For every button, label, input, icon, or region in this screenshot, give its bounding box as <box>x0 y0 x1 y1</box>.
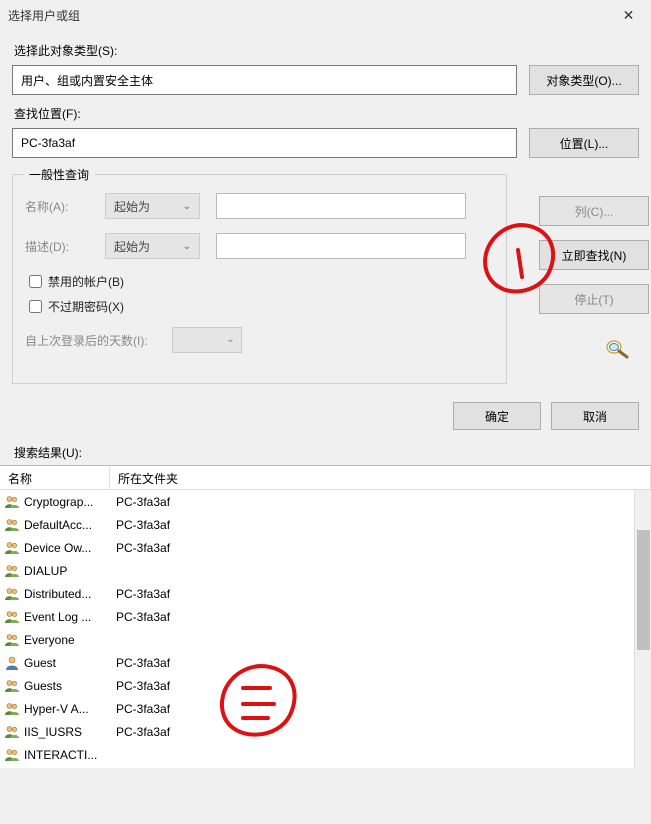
table-row[interactable]: DIALUP <box>0 559 651 582</box>
row-name: DIALUP <box>24 564 112 578</box>
ok-button[interactable]: 确定 <box>453 402 541 430</box>
results-body[interactable]: Cryptograp...PC-3fa3afDefaultAcc...PC-3f… <box>0 490 651 768</box>
table-row[interactable]: Device Ow...PC-3fa3af <box>0 536 651 559</box>
row-folder: PC-3fa3af <box>112 679 170 693</box>
titlebar: 选择用户或组 ✕ <box>0 0 651 30</box>
row-folder: PC-3fa3af <box>112 656 170 670</box>
group-icon <box>4 540 20 556</box>
group-icon <box>4 586 20 602</box>
name-mode-select[interactable]: 起始为 ⌄ <box>105 193 200 219</box>
search-decor-icon <box>539 338 639 363</box>
disabled-accounts-label: 禁用的帐户(B) <box>48 273 124 290</box>
row-name: Guest <box>24 656 112 670</box>
desc-mode-value: 起始为 <box>114 238 150 255</box>
user-icon <box>4 655 20 671</box>
scrollbar[interactable] <box>634 490 651 768</box>
cancel-button[interactable]: 取消 <box>551 402 639 430</box>
table-row[interactable]: GuestsPC-3fa3af <box>0 674 651 697</box>
general-query-fieldset: 一般性查询 名称(A): 起始为 ⌄ 描述(D): 起始为 <box>12 174 507 384</box>
table-row[interactable]: Hyper-V A...PC-3fa3af <box>0 697 651 720</box>
chevron-down-icon: ⌄ <box>226 334 234 345</box>
close-button[interactable]: ✕ <box>606 0 651 30</box>
general-query-legend: 一般性查询 <box>23 166 95 183</box>
row-name: Everyone <box>24 633 112 647</box>
row-folder: PC-3fa3af <box>112 610 170 624</box>
table-row[interactable]: Everyone <box>0 628 651 651</box>
object-type-value: 用户、组或内置安全主体 <box>21 72 153 89</box>
find-now-button[interactable]: 立即查找(N) <box>539 240 649 270</box>
table-row[interactable]: Event Log ...PC-3fa3af <box>0 605 651 628</box>
window-title: 选择用户或组 <box>8 7 606 24</box>
group-icon <box>4 494 20 510</box>
row-name: DefaultAcc... <box>24 518 112 532</box>
group-icon <box>4 724 20 740</box>
table-row[interactable]: Distributed...PC-3fa3af <box>0 582 651 605</box>
row-name: Guests <box>24 679 112 693</box>
row-name: IIS_IUSRS <box>24 725 112 739</box>
results-header: 名称 所在文件夹 <box>0 466 651 490</box>
object-types-button[interactable]: 对象类型(O)... <box>529 65 639 95</box>
name-mode-value: 起始为 <box>114 198 150 215</box>
table-row[interactable]: GuestPC-3fa3af <box>0 651 651 674</box>
table-row[interactable]: INTERACTI... <box>0 743 651 766</box>
search-results-label: 搜索结果(U): <box>0 438 651 465</box>
locations-button[interactable]: 位置(L)... <box>529 128 639 158</box>
row-folder: PC-3fa3af <box>112 495 170 509</box>
row-name: INTERACTI... <box>24 748 112 762</box>
noexpire-password-checkbox[interactable] <box>29 300 42 313</box>
row-name: Device Ow... <box>24 541 112 555</box>
disabled-accounts-checkbox[interactable] <box>29 275 42 288</box>
row-folder: PC-3fa3af <box>112 541 170 555</box>
row-name: Hyper-V A... <box>24 702 112 716</box>
desc-label: 描述(D): <box>25 238 105 255</box>
location-field: PC-3fa3af <box>12 128 517 158</box>
days-since-login-select[interactable]: ⌄ <box>172 327 242 353</box>
row-folder: PC-3fa3af <box>112 587 170 601</box>
desc-mode-select[interactable]: 起始为 ⌄ <box>105 233 200 259</box>
columns-button[interactable]: 列(C)... <box>539 196 649 226</box>
row-folder: PC-3fa3af <box>112 518 170 532</box>
row-folder: PC-3fa3af <box>112 725 170 739</box>
results-table: 名称 所在文件夹 Cryptograp...PC-3fa3afDefaultAc… <box>0 465 651 768</box>
desc-input[interactable] <box>216 233 466 259</box>
group-icon <box>4 609 20 625</box>
chevron-down-icon: ⌄ <box>183 241 191 252</box>
table-row[interactable]: Cryptograp...PC-3fa3af <box>0 490 651 513</box>
column-header-name[interactable]: 名称 <box>0 466 110 489</box>
group-icon <box>4 678 20 694</box>
object-type-field: 用户、组或内置安全主体 <box>12 65 517 95</box>
row-name: Cryptograp... <box>24 495 112 509</box>
days-since-login-label: 自上次登录后的天数(I): <box>25 332 148 349</box>
name-input[interactable] <box>216 193 466 219</box>
row-folder: PC-3fa3af <box>112 702 170 716</box>
location-value: PC-3fa3af <box>21 136 75 150</box>
group-icon <box>4 747 20 763</box>
group-icon <box>4 517 20 533</box>
column-header-folder[interactable]: 所在文件夹 <box>110 466 651 489</box>
location-label: 查找位置(F): <box>14 105 639 122</box>
object-type-label: 选择此对象类型(S): <box>14 42 639 59</box>
table-row[interactable]: DefaultAcc...PC-3fa3af <box>0 513 651 536</box>
row-name: Event Log ... <box>24 610 112 624</box>
chevron-down-icon: ⌄ <box>183 201 191 212</box>
row-name: Distributed... <box>24 587 112 601</box>
name-label: 名称(A): <box>25 198 105 215</box>
scrollbar-thumb[interactable] <box>637 530 650 650</box>
group-icon <box>4 563 20 579</box>
group-icon <box>4 632 20 648</box>
table-row[interactable]: IIS_IUSRSPC-3fa3af <box>0 720 651 743</box>
stop-button[interactable]: 停止(T) <box>539 284 649 314</box>
close-icon: ✕ <box>623 7 635 24</box>
group-icon <box>4 701 20 717</box>
noexpire-password-label: 不过期密码(X) <box>48 298 124 315</box>
